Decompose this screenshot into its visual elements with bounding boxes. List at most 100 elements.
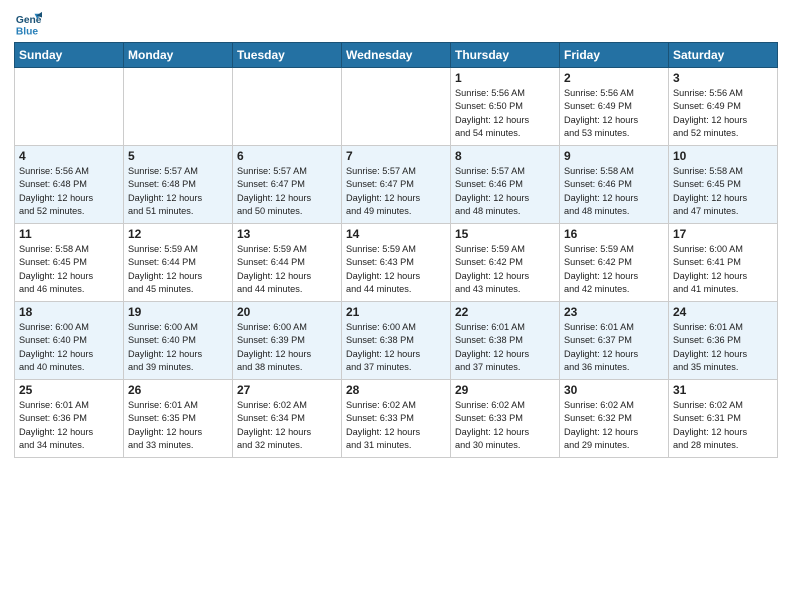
calendar-cell: 11Sunrise: 5:58 AM Sunset: 6:45 PM Dayli… <box>15 224 124 302</box>
day-number: 17 <box>673 227 773 241</box>
cell-daylight-info: Sunrise: 5:57 AM Sunset: 6:48 PM Dayligh… <box>128 165 228 218</box>
week-row-3: 11Sunrise: 5:58 AM Sunset: 6:45 PM Dayli… <box>15 224 778 302</box>
calendar-cell: 10 Sunrise: 5:58 AM Sunset: 6:45 PM Dayli… <box>669 146 778 224</box>
day-number: 16 <box>564 227 664 241</box>
day-number: 26 <box>128 383 228 397</box>
weekday-header-friday: Friday <box>560 43 669 68</box>
day-number: 2 <box>564 71 664 85</box>
day-number: 22 <box>455 305 555 319</box>
cell-daylight-info: Sunrise: 5:57 AM Sunset: 6:46 PM Dayligh… <box>455 165 555 218</box>
weekday-header-sunday: Sunday <box>15 43 124 68</box>
page-container: General Blue SundayMondayTuesdayWednesda… <box>0 0 792 464</box>
cell-daylight-info: Sunrise: 5:59 AM Sunset: 6:43 PM Dayligh… <box>346 243 446 296</box>
day-number: 11 <box>19 227 119 241</box>
day-number: 20 <box>237 305 337 319</box>
calendar-cell: 18Sunrise: 6:00 AM Sunset: 6:40 PM Dayli… <box>15 302 124 380</box>
day-number: 6 <box>237 149 337 163</box>
weekday-header-wednesday: Wednesday <box>342 43 451 68</box>
calendar-cell: 8 Sunrise: 5:57 AM Sunset: 6:46 PM Daylig… <box>451 146 560 224</box>
calendar-cell: 20 Sunrise: 6:00 AM Sunset: 6:39 PM Dayli… <box>233 302 342 380</box>
weekday-header-tuesday: Tuesday <box>233 43 342 68</box>
cell-daylight-info: Sunrise: 5:59 AM Sunset: 6:44 PM Dayligh… <box>128 243 228 296</box>
cell-daylight-info: Sunrise: 6:01 AM Sunset: 6:36 PM Dayligh… <box>673 321 773 374</box>
cell-daylight-info: Sunrise: 5:59 AM Sunset: 6:44 PM Dayligh… <box>237 243 337 296</box>
calendar-cell: 19 Sunrise: 6:00 AM Sunset: 6:40 PM Dayli… <box>124 302 233 380</box>
calendar-cell: 6Sunrise: 5:57 AM Sunset: 6:47 PM Daylig… <box>233 146 342 224</box>
day-number: 30 <box>564 383 664 397</box>
cell-daylight-info: Sunrise: 6:02 AM Sunset: 6:33 PM Dayligh… <box>455 399 555 452</box>
cell-daylight-info: Sunrise: 6:00 AM Sunset: 6:39 PM Dayligh… <box>237 321 337 374</box>
calendar-cell: 12 Sunrise: 5:59 AM Sunset: 6:44 PM Dayli… <box>124 224 233 302</box>
cell-daylight-info: Sunrise: 6:02 AM Sunset: 6:34 PM Dayligh… <box>237 399 337 452</box>
calendar-cell: 25 Sunrise: 6:01 AM Sunset: 6:36 PM Dayli… <box>15 380 124 458</box>
day-number: 29 <box>455 383 555 397</box>
day-number: 9 <box>564 149 664 163</box>
day-number: 3 <box>673 71 773 85</box>
cell-daylight-info: Sunrise: 5:56 AM Sunset: 6:48 PM Dayligh… <box>19 165 119 218</box>
calendar-cell: 22 Sunrise: 6:01 AM Sunset: 6:38 PM Dayli… <box>451 302 560 380</box>
calendar-cell: 9 Sunrise: 5:58 AM Sunset: 6:46 PM Daylig… <box>560 146 669 224</box>
week-row-5: 25 Sunrise: 6:01 AM Sunset: 6:36 PM Dayli… <box>15 380 778 458</box>
calendar-cell: 5 Sunrise: 5:57 AM Sunset: 6:48 PM Daylig… <box>124 146 233 224</box>
calendar-cell: 16 Sunrise: 5:59 AM Sunset: 6:42 PM Dayli… <box>560 224 669 302</box>
cell-daylight-info: Sunrise: 5:57 AM Sunset: 6:47 PM Dayligh… <box>346 165 446 218</box>
calendar-cell: 14 Sunrise: 5:59 AM Sunset: 6:43 PM Dayli… <box>342 224 451 302</box>
calendar-cell: 30 Sunrise: 6:02 AM Sunset: 6:32 PM Dayli… <box>560 380 669 458</box>
calendar-cell: 15 Sunrise: 5:59 AM Sunset: 6:42 PM Dayli… <box>451 224 560 302</box>
svg-text:Blue: Blue <box>16 26 39 37</box>
day-number: 24 <box>673 305 773 319</box>
weekday-header-thursday: Thursday <box>451 43 560 68</box>
calendar-cell: 17 Sunrise: 6:00 AM Sunset: 6:41 PM Dayli… <box>669 224 778 302</box>
week-row-2: 4Sunrise: 5:56 AM Sunset: 6:48 PM Daylig… <box>15 146 778 224</box>
day-number: 23 <box>564 305 664 319</box>
day-number: 14 <box>346 227 446 241</box>
cell-daylight-info: Sunrise: 6:01 AM Sunset: 6:37 PM Dayligh… <box>564 321 664 374</box>
cell-daylight-info: Sunrise: 5:58 AM Sunset: 6:46 PM Dayligh… <box>564 165 664 218</box>
day-number: 12 <box>128 227 228 241</box>
cell-daylight-info: Sunrise: 6:02 AM Sunset: 6:33 PM Dayligh… <box>346 399 446 452</box>
cell-daylight-info: Sunrise: 5:56 AM Sunset: 6:49 PM Dayligh… <box>673 87 773 140</box>
cell-daylight-info: Sunrise: 6:01 AM Sunset: 6:35 PM Dayligh… <box>128 399 228 452</box>
calendar-cell: 7 Sunrise: 5:57 AM Sunset: 6:47 PM Daylig… <box>342 146 451 224</box>
weekday-header-monday: Monday <box>124 43 233 68</box>
calendar-cell: 24 Sunrise: 6:01 AM Sunset: 6:36 PM Dayli… <box>669 302 778 380</box>
calendar-cell: 2 Sunrise: 5:56 AM Sunset: 6:49 PM Daylig… <box>560 68 669 146</box>
day-number: 25 <box>19 383 119 397</box>
cell-daylight-info: Sunrise: 6:01 AM Sunset: 6:38 PM Dayligh… <box>455 321 555 374</box>
calendar-cell: 29 Sunrise: 6:02 AM Sunset: 6:33 PM Dayli… <box>451 380 560 458</box>
cell-daylight-info: Sunrise: 5:59 AM Sunset: 6:42 PM Dayligh… <box>564 243 664 296</box>
calendar-cell <box>15 68 124 146</box>
cell-daylight-info: Sunrise: 5:59 AM Sunset: 6:42 PM Dayligh… <box>455 243 555 296</box>
cell-daylight-info: Sunrise: 6:02 AM Sunset: 6:31 PM Dayligh… <box>673 399 773 452</box>
calendar-cell: 4Sunrise: 5:56 AM Sunset: 6:48 PM Daylig… <box>15 146 124 224</box>
calendar-cell <box>233 68 342 146</box>
day-number: 7 <box>346 149 446 163</box>
calendar-body: 1 Sunrise: 5:56 AM Sunset: 6:50 PM Daylig… <box>15 68 778 458</box>
calendar-cell: 1 Sunrise: 5:56 AM Sunset: 6:50 PM Daylig… <box>451 68 560 146</box>
calendar-cell: 3 Sunrise: 5:56 AM Sunset: 6:49 PM Daylig… <box>669 68 778 146</box>
day-number: 5 <box>128 149 228 163</box>
logo: General Blue <box>14 10 42 38</box>
calendar-cell: 21Sunrise: 6:00 AM Sunset: 6:38 PM Dayli… <box>342 302 451 380</box>
calendar-cell <box>124 68 233 146</box>
cell-daylight-info: Sunrise: 5:56 AM Sunset: 6:49 PM Dayligh… <box>564 87 664 140</box>
cell-daylight-info: Sunrise: 5:58 AM Sunset: 6:45 PM Dayligh… <box>673 165 773 218</box>
calendar-table: SundayMondayTuesdayWednesdayThursdayFrid… <box>14 42 778 458</box>
day-number: 19 <box>128 305 228 319</box>
weekday-header-row: SundayMondayTuesdayWednesdayThursdayFrid… <box>15 43 778 68</box>
day-number: 21 <box>346 305 446 319</box>
calendar-cell: 26 Sunrise: 6:01 AM Sunset: 6:35 PM Dayli… <box>124 380 233 458</box>
cell-daylight-info: Sunrise: 6:01 AM Sunset: 6:36 PM Dayligh… <box>19 399 119 452</box>
calendar-cell: 13Sunrise: 5:59 AM Sunset: 6:44 PM Dayli… <box>233 224 342 302</box>
day-number: 15 <box>455 227 555 241</box>
day-number: 10 <box>673 149 773 163</box>
day-number: 27 <box>237 383 337 397</box>
day-number: 1 <box>455 71 555 85</box>
weekday-header-saturday: Saturday <box>669 43 778 68</box>
day-number: 8 <box>455 149 555 163</box>
cell-daylight-info: Sunrise: 6:00 AM Sunset: 6:41 PM Dayligh… <box>673 243 773 296</box>
cell-daylight-info: Sunrise: 5:56 AM Sunset: 6:50 PM Dayligh… <box>455 87 555 140</box>
cell-daylight-info: Sunrise: 6:02 AM Sunset: 6:32 PM Dayligh… <box>564 399 664 452</box>
logo-icon: General Blue <box>14 10 42 38</box>
cell-daylight-info: Sunrise: 6:00 AM Sunset: 6:40 PM Dayligh… <box>128 321 228 374</box>
